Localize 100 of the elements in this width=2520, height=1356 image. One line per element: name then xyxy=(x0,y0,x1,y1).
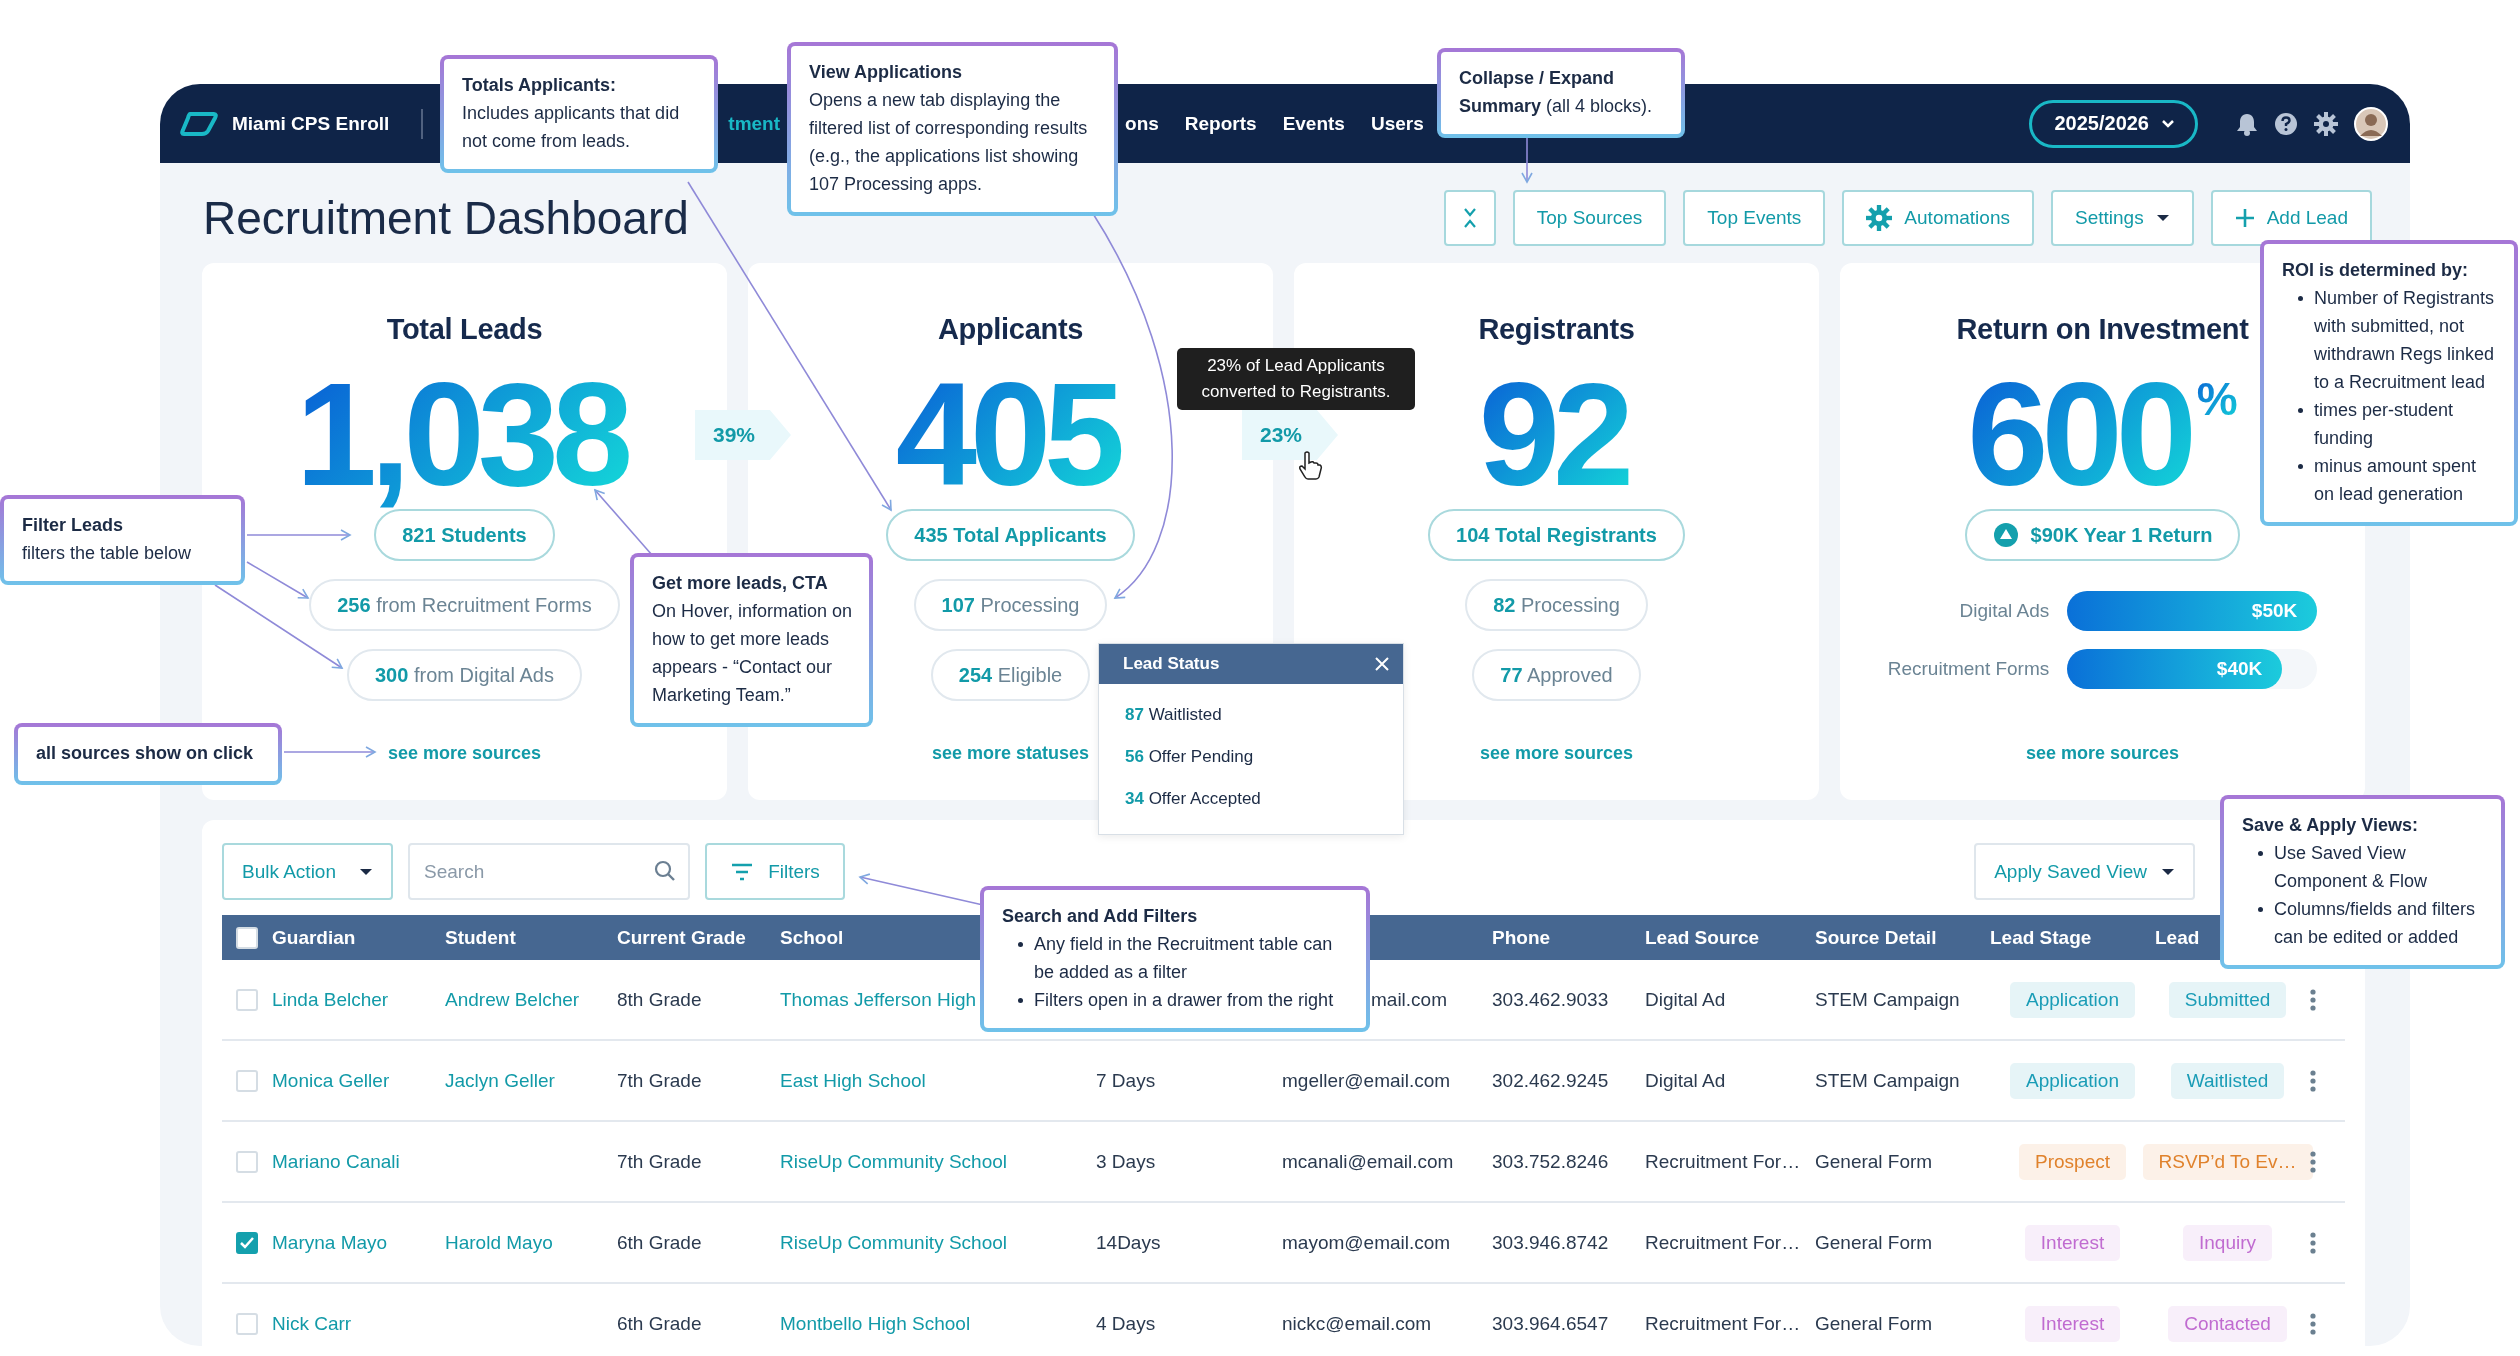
card-title: Return on Investment xyxy=(1956,312,2249,347)
nav-tab[interactable]: Reports xyxy=(1184,112,1257,135)
table-cell: 303.752.8246 xyxy=(1492,1150,1609,1173)
table-cell: STEM Campaign xyxy=(1815,1069,1960,1092)
table-cell: 8th Grade xyxy=(617,988,702,1011)
search-icon xyxy=(654,860,676,882)
saved-view-dropdown[interactable]: Apply Saved View xyxy=(1974,843,2195,900)
column-header: Lead xyxy=(2155,926,2200,949)
table-link[interactable]: Monica Geller xyxy=(272,1069,390,1092)
see-more-link[interactable]: see more sources xyxy=(2025,743,2180,764)
nav-tab[interactable]: tment xyxy=(728,112,781,135)
filters-button[interactable]: Filters xyxy=(705,843,845,900)
year-selector[interactable]: 2025/2026 xyxy=(2029,99,2198,148)
breakdown-pill[interactable]: 82 Processing xyxy=(1465,579,1648,631)
table-link[interactable]: Andrew Belcher xyxy=(445,988,580,1011)
automations-button[interactable]: Automations xyxy=(1842,190,2034,246)
caret-icon xyxy=(2161,867,2175,876)
see-more-link[interactable]: see more statuses xyxy=(931,743,1090,764)
callout-text: Opens a new tab displaying the filtered list of corresponding results (e.g., the applications list showing 107 Processing apps. xyxy=(809,89,1089,196)
column-header: Lead Source xyxy=(1645,926,1760,949)
table-link[interactable]: Nick Carr xyxy=(272,1312,352,1335)
conversion-badge[interactable]: 39% xyxy=(695,410,791,460)
table-cell: 3 Days xyxy=(1096,1150,1156,1173)
stage-tag: Prospect xyxy=(2019,1143,2126,1180)
table-cell: 303.462.9033 xyxy=(1492,988,1609,1011)
nav-tab[interactable]: Users xyxy=(1370,112,1424,135)
column-header: Lead Stage xyxy=(1990,926,2092,949)
app-name: Miami CPS Enroll xyxy=(232,112,390,135)
stage-tag: Application xyxy=(2010,1062,2135,1099)
table-cell: 7th Grade xyxy=(617,1150,702,1173)
column-header: Student xyxy=(445,926,516,949)
more-icon xyxy=(2309,1312,2316,1335)
nav-tab[interactable]: Events xyxy=(1282,112,1345,135)
search-field[interactable]: Search xyxy=(408,843,690,900)
column-header: Current Grade xyxy=(617,926,746,949)
table-cell: Recruitment For… xyxy=(1645,1312,1801,1335)
breakdown-pill[interactable]: 77 Approved xyxy=(1472,649,1641,701)
total-pill[interactable]: 821 Students xyxy=(374,509,555,561)
nav-tab[interactable]: ons xyxy=(1125,112,1159,135)
stage-tag: Interest xyxy=(2024,1224,2121,1261)
settings-icon xyxy=(2314,111,2338,136)
check-icon xyxy=(240,1236,254,1249)
toolbar-button[interactable]: Top Events xyxy=(1683,190,1826,246)
callout-title: all sources show on click xyxy=(36,742,255,765)
see-more-link[interactable]: see more sources xyxy=(1479,743,1634,764)
column-header: Guardian xyxy=(272,926,356,949)
bar-label: Digital Ads xyxy=(1958,600,2050,622)
total-pill[interactable]: 104 Total Registrants xyxy=(1428,509,1685,561)
status-option[interactable]: 56 Offer Pending xyxy=(1099,736,1403,778)
table-link[interactable]: Maryna Mayo xyxy=(272,1231,388,1254)
bar-label: Recruitment Forms xyxy=(1887,658,2050,680)
popup-title: Lead Status xyxy=(1123,654,1220,674)
status-option[interactable]: 34 Offer Accepted xyxy=(1099,778,1403,820)
callout-title: Get more leads, CTA xyxy=(652,572,829,595)
callout-title: View Applications xyxy=(809,61,964,84)
callout-text: Collapse / Expand Summary (all 4 blocks). xyxy=(1459,67,1654,118)
bulk-action-dropdown[interactable]: Bulk Action xyxy=(222,843,393,900)
table-cell: Recruitment For… xyxy=(1645,1231,1801,1254)
tooltip: 23% of Lead Applicants converted to Registrants. xyxy=(1177,348,1415,410)
total-pill[interactable]: 435 Total Applicants xyxy=(886,509,1135,561)
table-cell: 4 Days xyxy=(1096,1312,1156,1335)
row-checkbox[interactable] xyxy=(236,1231,258,1254)
avatar xyxy=(2354,106,2388,141)
table-cell: Digital Ad xyxy=(1645,988,1726,1011)
roi-bar: $40K xyxy=(2067,649,2283,689)
table-link[interactable]: Linda Belcher xyxy=(272,988,389,1011)
status-option[interactable]: 87 Waitlisted xyxy=(1099,694,1403,736)
callout-text: Includes applicants that did not come from leads. xyxy=(462,102,681,153)
table-link[interactable]: Harold Mayo xyxy=(445,1231,553,1254)
callout-text: filters the table below xyxy=(22,542,193,565)
table-link[interactable]: Thomas Jefferson High xyxy=(780,988,977,1011)
collapse-button[interactable] xyxy=(1443,190,1496,246)
more-icon xyxy=(2309,988,2316,1011)
breakdown-pill[interactable]: 256 from Recruitment Forms xyxy=(309,579,620,631)
table-link[interactable]: Montbello High School xyxy=(780,1312,971,1335)
table-link[interactable]: RiseUp Community School xyxy=(780,1231,1008,1254)
status-tag: Waitlisted xyxy=(2170,1062,2285,1099)
toolbar-button[interactable]: Top Sources xyxy=(1512,190,1667,246)
see-more-link[interactable]: see more sources xyxy=(387,743,542,764)
settings-button[interactable]: Settings xyxy=(2051,190,2194,246)
table-link[interactable]: Jaclyn Geller xyxy=(445,1069,555,1092)
table-cell: General Form xyxy=(1815,1231,1933,1254)
caret-icon xyxy=(359,867,373,876)
table-cell: mgeller@email.com xyxy=(1282,1069,1451,1092)
table-cell: nickc@email.com xyxy=(1282,1312,1432,1335)
total-pill[interactable]: $90K Year 1 Return xyxy=(1964,509,2241,561)
breakdown-pill[interactable]: 254 Eligible xyxy=(930,649,1091,701)
table-cell: 7th Grade xyxy=(617,1069,702,1092)
callout-title: Totals Applicants: xyxy=(462,74,617,97)
table-link[interactable]: Mariano Canali xyxy=(272,1150,400,1173)
breakdown-pill[interactable]: 300 from Digital Ads xyxy=(347,649,582,701)
table-cell: General Form xyxy=(1815,1150,1933,1173)
table-link[interactable]: East High School xyxy=(780,1069,926,1092)
breakdown-pill[interactable]: 107 Processing xyxy=(913,579,1108,631)
collapse-icon xyxy=(1462,207,1477,229)
header-checkbox[interactable] xyxy=(236,926,258,949)
table-link[interactable]: RiseUp Community School xyxy=(780,1150,1008,1173)
logo-icon xyxy=(180,110,218,137)
add-lead-button[interactable]: Add Lead xyxy=(2210,190,2372,246)
callout-bullet: Any field in the Recruitment table can be added as a filter xyxy=(1014,930,1350,986)
